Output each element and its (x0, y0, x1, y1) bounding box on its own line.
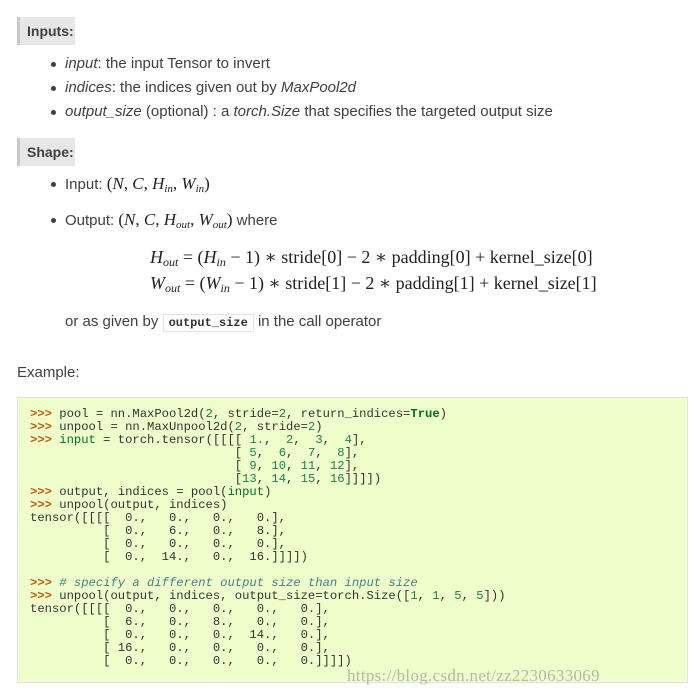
shape-list: Input: (N, C, Hin, Win) (0, 172, 210, 201)
example-heading: Example: (17, 364, 80, 381)
code-example: >>> pool = nn.MaxPool2d(2, stride=2, ret… (30, 407, 506, 668)
code-example-block[interactable]: >>> pool = nn.MaxPool2d(2, stride=2, ret… (17, 397, 688, 683)
output-shape-formula: (N, C, Hout, Wout) (118, 210, 233, 231)
class-reference-link[interactable]: MaxPool2d (281, 79, 356, 96)
list-item: output_size (optional) : a torch.Size th… (0, 100, 553, 124)
list-item: Output: (N, C, Hout, Wout) where (0, 208, 278, 237)
note-prefix: or as given by (65, 313, 163, 330)
bullet (51, 182, 56, 187)
param-name: indices (65, 79, 112, 96)
bullet (51, 218, 56, 223)
output-shape-suffix: where (232, 212, 278, 229)
equation-w-out: Wout = (Win − 1) ∗ stride[1] − 2 ∗ paddi… (150, 273, 597, 295)
bullet (51, 110, 56, 115)
input-shape-formula: (N, C, Hin, Win) (106, 174, 210, 195)
param-desc: : the indices given out by (111, 79, 281, 96)
param-desc: : the input Tensor to invert (97, 55, 270, 72)
bullet (51, 62, 56, 67)
param-name: output_size (65, 103, 142, 120)
param-desc-rest: that specifies the targeted output size (300, 103, 553, 120)
shape-list-2: Output: (N, C, Hout, Wout) where (0, 208, 278, 237)
bullet (51, 86, 56, 91)
inputs-heading: Inputs: (17, 17, 75, 45)
param-desc: (optional) : a (141, 103, 234, 120)
type-reference: torch.Size (233, 103, 301, 120)
shape-heading: Shape: (17, 138, 75, 166)
inline-code-output-size: output_size (162, 314, 254, 332)
list-item: input: the input Tensor to invert (0, 52, 553, 76)
param-name: input (65, 55, 98, 72)
watermark: https://blog.csdn.net/zz2230633069 (347, 666, 600, 685)
note-suffix: in the call operator (253, 313, 382, 330)
output-size-note: or as given by output_size in the call o… (65, 313, 382, 332)
list-item: Input: (N, C, Hin, Win) (0, 172, 210, 201)
input-shape-label: Input: (65, 176, 107, 193)
list-item: indices: the indices given out by MaxPoo… (0, 76, 553, 100)
inputs-list: input: the input Tensor to invert indice… (0, 52, 553, 124)
output-shape-label: Output: (65, 212, 119, 229)
